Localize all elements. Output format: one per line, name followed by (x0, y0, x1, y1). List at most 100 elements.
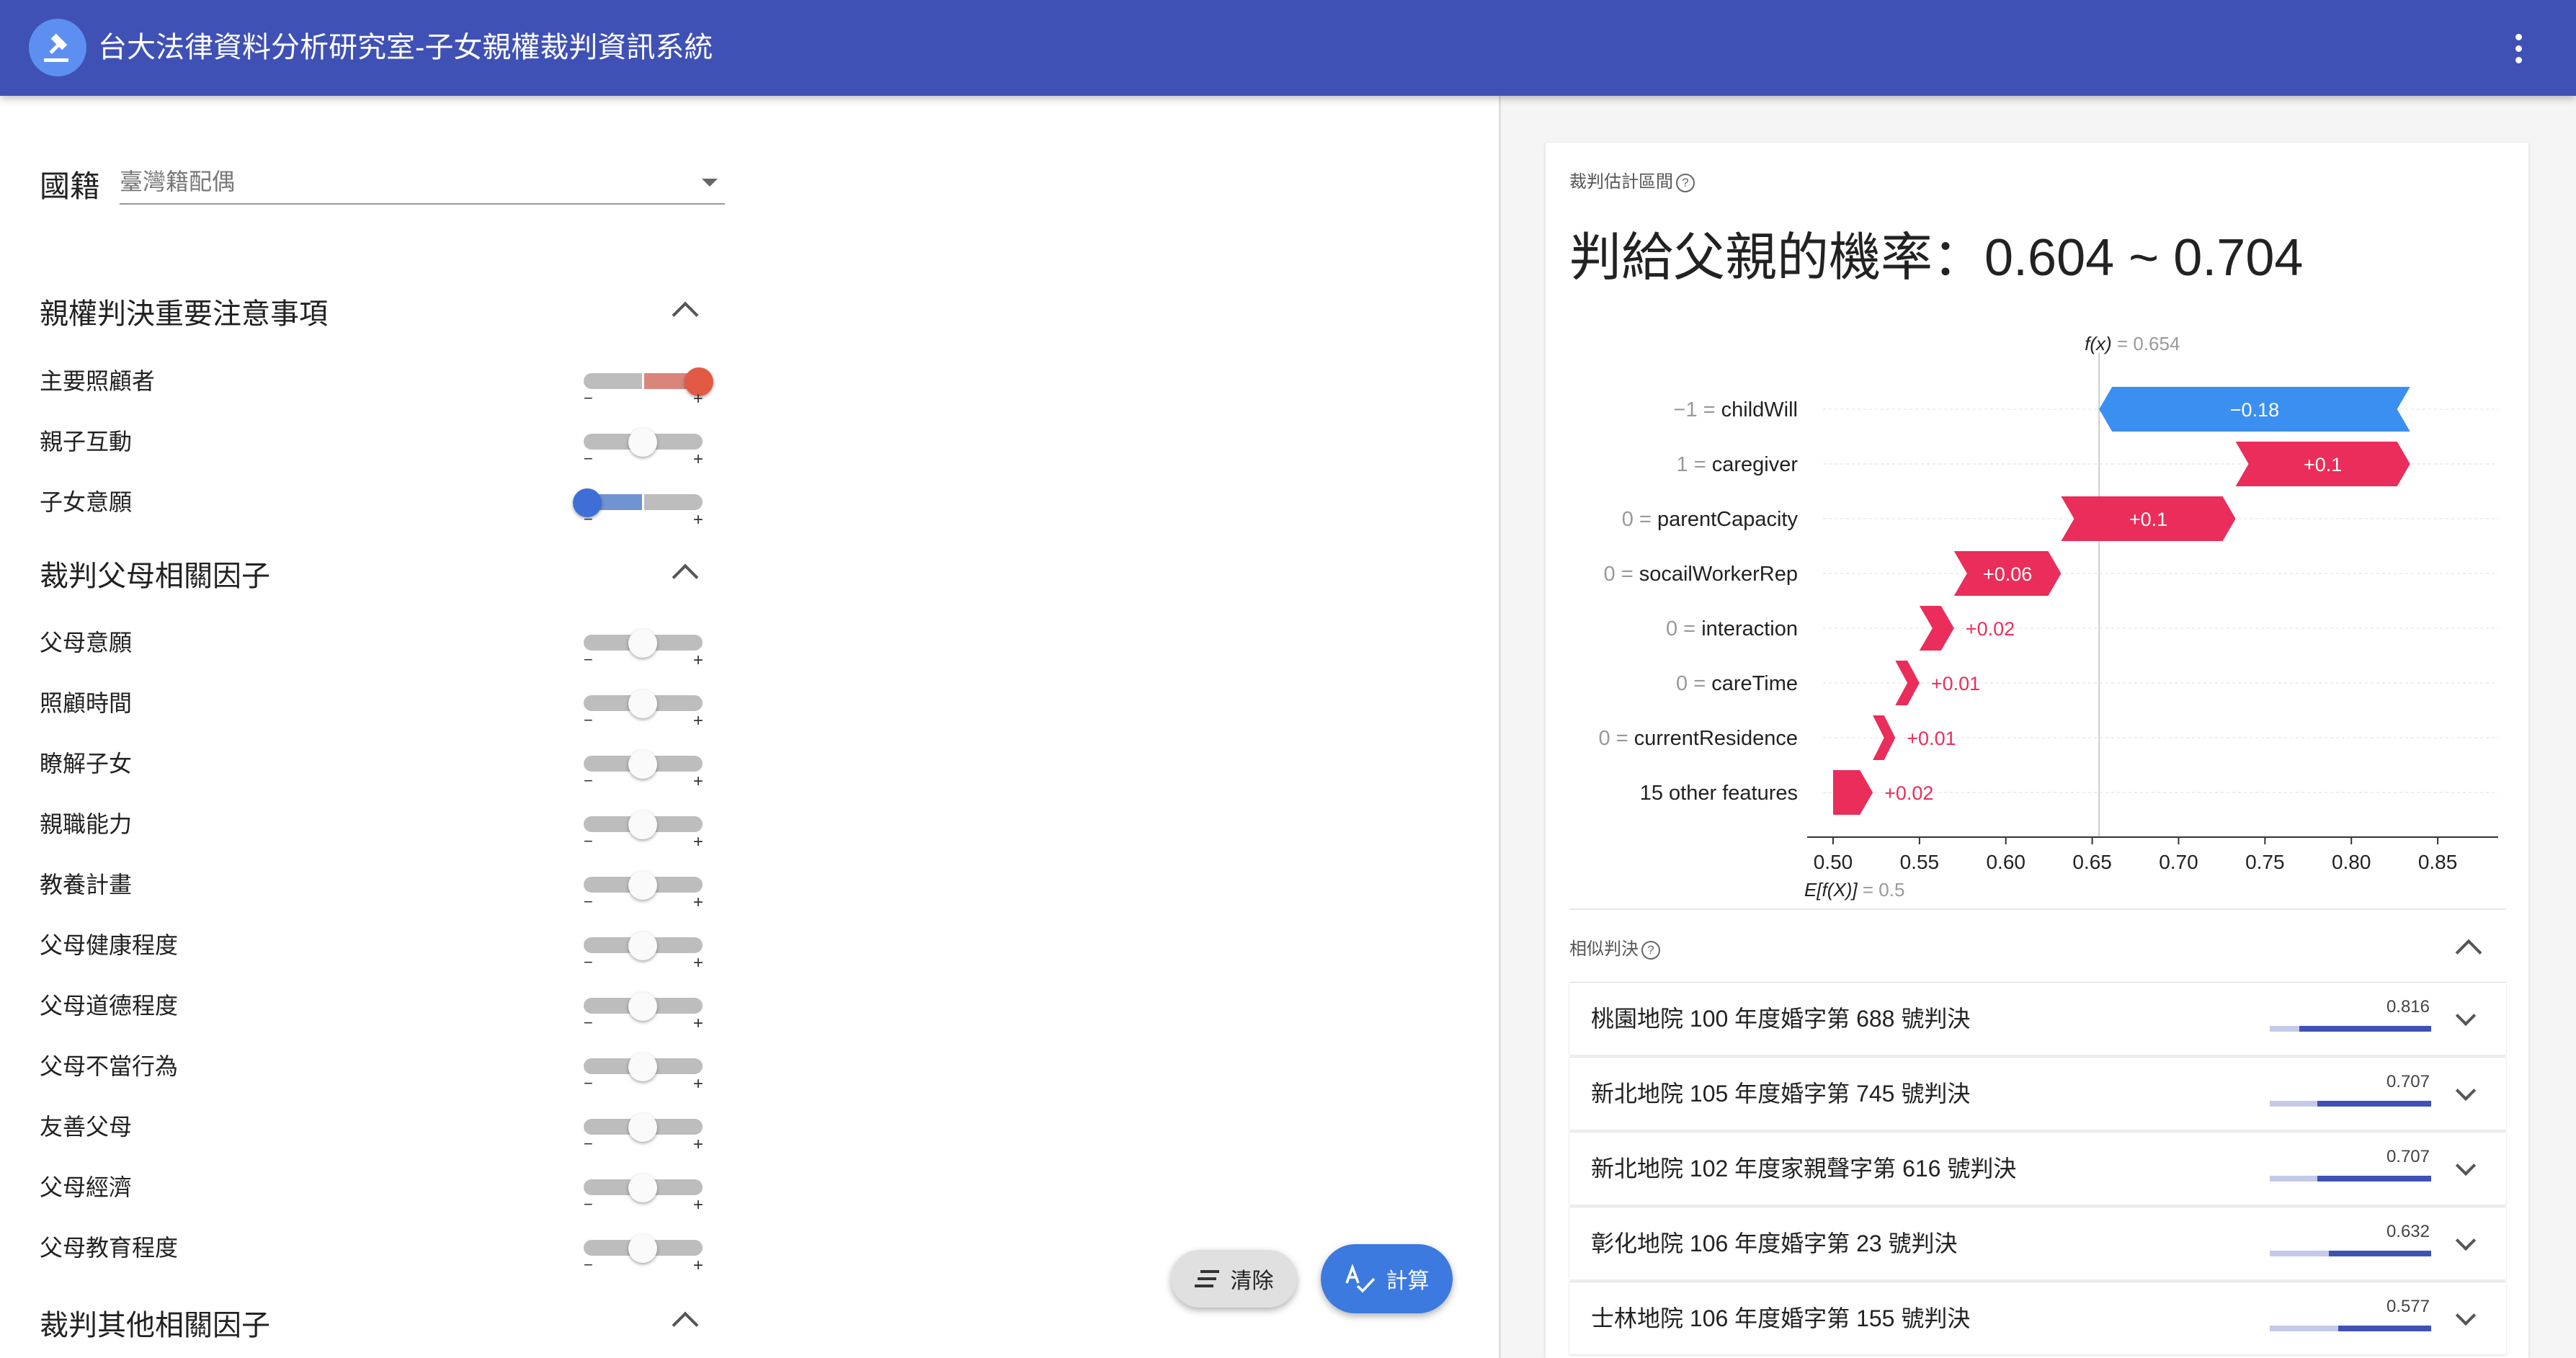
slider-thumb[interactable] (628, 1174, 657, 1202)
slider-plus-label: + (693, 450, 704, 469)
parent-factor-slider[interactable]: − + (584, 747, 703, 791)
slider-thumb[interactable] (628, 428, 657, 457)
input-panel (0, 96, 1499, 1358)
nationality-value: 臺灣籍配偶 (120, 169, 236, 195)
similar-case-item[interactable]: 新北地院 102 年度家親聲字第 616 號判決 0.707 (1569, 1132, 2506, 1205)
slider-minus-label: − (584, 510, 593, 528)
slider-thumb[interactable] (628, 810, 657, 839)
parent-factor-label: 父母經濟 (40, 1174, 133, 1200)
case-score-bar (2270, 1101, 2431, 1107)
slider-plus-label: + (693, 893, 704, 912)
important-factor-slider[interactable]: − + (584, 365, 713, 408)
slider-minus-label: − (584, 450, 593, 468)
important-factor-slider[interactable]: − + (584, 425, 703, 469)
slider-thumb[interactable] (628, 1053, 657, 1081)
parent-factor-slider[interactable]: − + (584, 1050, 703, 1094)
case-score-bar-fill (2329, 1251, 2431, 1256)
slider-minus-label: − (584, 651, 593, 669)
parent-factor-slider[interactable]: − + (584, 808, 703, 852)
slider-minus-label: − (584, 893, 593, 911)
slider-thumb[interactable] (628, 629, 657, 658)
expand-case-icon[interactable] (2455, 1005, 2477, 1027)
case-score-bar (2270, 1176, 2431, 1181)
x-tick-label: 0.65 (2072, 851, 2112, 873)
help-icon[interactable]: ? (1641, 940, 1660, 960)
slider-thumb[interactable] (628, 932, 657, 960)
slider-minus-label: − (584, 389, 593, 407)
slider-thumb[interactable] (628, 992, 657, 1021)
expand-case-icon[interactable] (2455, 1080, 2477, 1102)
parent-factor-label: 父母意願 (40, 630, 133, 656)
x-tick-label: 0.70 (2159, 851, 2198, 873)
case-title: 新北地院 105 年度婚字第 745 號判決 (1591, 1081, 1971, 1107)
x-tick-label: 0.85 (2418, 851, 2458, 873)
similar-case-item[interactable]: 桃園地院 100 年度婚字第 688 號判決 0.816 (1569, 982, 2506, 1055)
x-tick-label: 0.50 (1814, 851, 1853, 873)
slider-minus-label: − (584, 772, 593, 790)
parent-factor-label: 親職能力 (40, 811, 133, 837)
nationality-select[interactable]: 臺灣籍配偶 (120, 160, 725, 205)
slider-minus-label: − (584, 1074, 593, 1092)
parent-factor-slider[interactable]: − + (584, 868, 703, 912)
spellcheck-icon (1345, 1264, 1375, 1293)
contribution-value-label: +0.1 (2129, 509, 2167, 530)
slider-minus-label: − (584, 1256, 593, 1274)
calculate-button[interactable]: 計算 (1321, 1244, 1453, 1313)
parent-factor-slider[interactable]: − + (584, 929, 703, 973)
section-parent-title: 裁判父母相關因子 (40, 560, 270, 592)
slider-plus-label: + (693, 953, 704, 973)
parent-factor-label: 照顧時間 (40, 690, 133, 716)
x-tick-label: 0.60 (1986, 851, 2025, 873)
slider-minus-label: − (584, 1014, 593, 1032)
expand-case-icon[interactable] (2455, 1155, 2477, 1176)
positive-contribution-bar (1832, 770, 1873, 815)
parent-factor-slider[interactable]: − + (584, 626, 703, 670)
important-factor-slider[interactable]: − + (573, 486, 703, 530)
parent-factor-label: 友善父母 (40, 1114, 133, 1140)
slider-plus-label: + (693, 772, 704, 791)
calculate-button-label: 計算 (1386, 1269, 1430, 1293)
dropdown-arrow-icon (702, 179, 718, 187)
parent-factor-slider[interactable]: − + (584, 687, 703, 731)
slider-thumb[interactable] (628, 750, 657, 779)
slider-thumb[interactable] (628, 871, 657, 900)
similar-case-item[interactable]: 彰化地院 106 年度婚字第 23 號判決 0.632 (1569, 1207, 2506, 1279)
estimate-label: 裁判估計區間? (1569, 167, 1695, 192)
help-icon[interactable]: ? (1676, 173, 1695, 192)
slider-plus-label: + (693, 1195, 704, 1215)
similar-case-item[interactable]: 士林地院 106 年度婚字第 155 號判決 0.577 (1569, 1282, 2506, 1354)
case-score-bar (2270, 1026, 2431, 1032)
slider-plus-label: + (693, 1256, 704, 1275)
slider-minus-label: − (584, 711, 593, 729)
positive-contribution-bar (1919, 606, 1954, 651)
slider-plus-label: + (693, 1014, 704, 1033)
important-factor-label: 主要照顧者 (40, 368, 156, 394)
parent-factor-slider[interactable]: − + (584, 989, 703, 1033)
app-title: 台大法律資料分析研究室-子女親權裁判資訊系統 (98, 32, 713, 63)
nationality-label: 國籍 (40, 169, 101, 203)
clear-button[interactable]: 清除 (1171, 1250, 1297, 1308)
contribution-value-label: +0.02 (1884, 782, 1933, 804)
probability-headline: 判給父親的機率：0.604 ~ 0.704 (1569, 229, 2304, 287)
similar-case-item[interactable]: 新北地院 105 年度婚字第 745 號判決 0.707 (1569, 1057, 2506, 1130)
similar-label: 相似判決? (1569, 934, 1660, 960)
more-vert-icon[interactable] (2504, 30, 2533, 66)
case-title: 彰化地院 106 年度婚字第 23 號判決 (1591, 1230, 1958, 1256)
parent-factor-slider[interactable]: − + (584, 1110, 703, 1154)
slider-thumb[interactable] (628, 1113, 657, 1142)
feature-label: 0 = careTime (1676, 672, 1798, 695)
slider-thumb[interactable] (628, 1234, 657, 1263)
case-score: 0.707 (2386, 1072, 2430, 1091)
parent-factor-slider[interactable]: − + (584, 1171, 703, 1215)
slider-plus-label: + (693, 510, 704, 530)
parent-factor-slider[interactable]: − + (584, 1231, 703, 1275)
slider-plus-label: + (693, 711, 704, 731)
contribution-value-label: −0.18 (2230, 399, 2279, 421)
case-title: 桃園地院 100 年度婚字第 688 號判決 (1591, 1006, 1971, 1032)
slider-plus-label: + (693, 651, 704, 670)
feature-label: 0 = currentResidence (1599, 727, 1798, 750)
slider-thumb[interactable] (628, 689, 657, 718)
expand-case-icon[interactable] (2455, 1305, 2477, 1326)
important-factor-label: 子女意願 (40, 489, 133, 515)
expand-case-icon[interactable] (2455, 1230, 2477, 1251)
